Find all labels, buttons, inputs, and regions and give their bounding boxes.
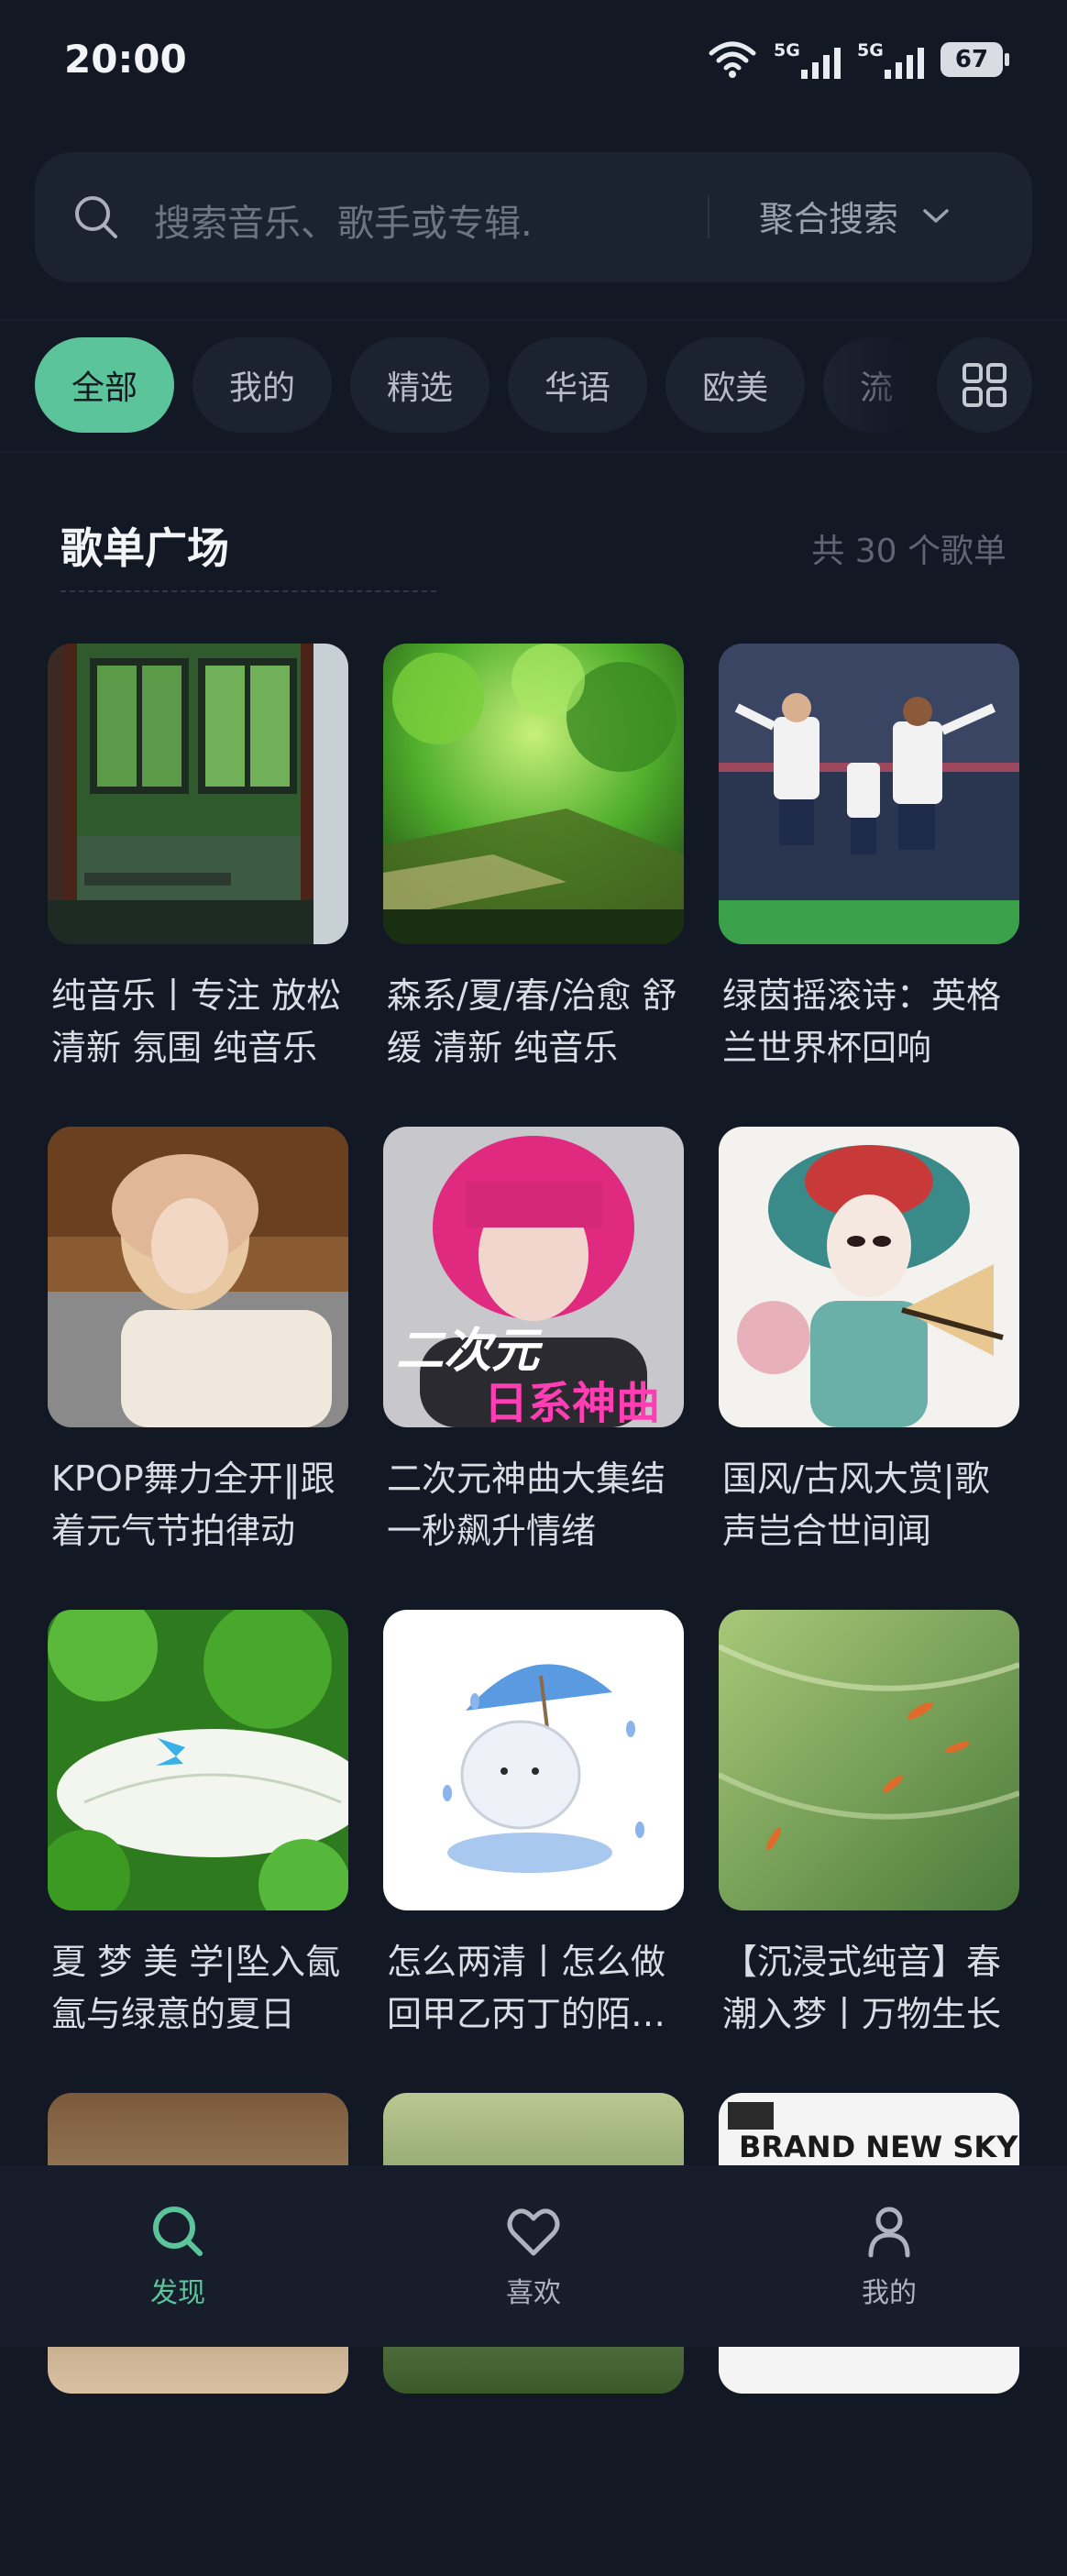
signal-icon-2: 5G [857,40,924,79]
anime-overlay-2: 日系神曲 [484,1378,660,1427]
playlist-cover-opera [719,1127,1019,1427]
nav-profile[interactable]: 我的 [711,2165,1067,2347]
playlist-card[interactable]: 怎么两清丨怎么做回甲乙丙丁的陌生人 [383,1610,684,2093]
playlist-cover-butterfly [48,1610,348,1910]
playlist-cover-football [719,644,1019,944]
cover-text: BRAND NEW SKY [739,2130,1018,2164]
search-input[interactable]: 搜索音乐、歌手或专辑. [154,193,533,247]
status-bar: 20:00 5G 5G 67 [0,0,1067,125]
playlist-cover-forest [383,644,684,944]
playlist-card[interactable]: 二次元 日系神曲 二次元神曲大集结 一秒飙升情绪 [383,1127,684,1610]
playlist-card[interactable]: 国风/古风大赏|歌声岂合世间闻 [719,1127,1019,1610]
playlist-title: 怎么两清丨怎么做回甲乙丙丁的陌生人 [387,1942,666,2034]
category-tabs: 全部 我的 精选 华语 欧美 流 [35,337,952,433]
search-divider [708,196,710,238]
tab-chinese[interactable]: 华语 [508,337,648,433]
heart-icon [507,2208,560,2256]
playlist-cover-koi [719,1610,1019,1910]
playlist-title: 绿茵摇滚诗：英格兰世界杯回响 [722,975,1002,1068]
status-time: 20:00 [64,37,187,82]
playlist-title: 国风/古风大赏|歌声岂合世间闻 [722,1459,990,1551]
bottom-navigation: 发现 喜欢 我的 [0,2165,1067,2347]
playlist-title: 夏 梦 美 学|坠入氤氲与绿意的夏日 [51,1942,341,2034]
playlist-cover-umbrella-cat [383,1610,684,1910]
tab-western[interactable]: 欧美 [666,337,806,433]
tab-all[interactable]: 全部 [35,337,175,433]
playlist-card[interactable]: 绿茵摇滚诗：英格兰世界杯回响 [719,644,1019,1127]
playlist-cover-portrait [48,1127,348,1427]
search-mode-dropdown[interactable]: 聚合搜索 [759,191,950,241]
tab-mine[interactable]: 我的 [192,337,333,433]
nav-label: 我的 [862,2277,917,2309]
nav-discover[interactable]: 发现 [0,2165,356,2347]
playlist-card[interactable]: 纯音乐丨专注 放松 清新 氛围 纯音乐 [48,644,348,1127]
divider [0,319,1067,321]
playlist-title: 森系/夏/春/治愈 舒缓 清新 纯音乐 [387,975,677,1068]
grid-icon [962,363,1006,407]
section-underline [60,590,436,592]
nav-favorites[interactable]: 喜欢 [356,2165,711,2347]
playlist-count: 共 30 个歌单 [811,533,1006,570]
playlist-card[interactable]: 森系/夏/春/治愈 舒缓 清新 纯音乐 [383,644,684,1127]
divider [0,451,1067,453]
tabs-fade [825,337,944,433]
playlist-title: 二次元神曲大集结 一秒飙升情绪 [387,1459,666,1551]
nav-label: 发现 [150,2277,205,2309]
profile-icon [868,2207,910,2258]
playlist-title: 纯音乐丨专注 放松 清新 氛围 纯音乐 [51,975,342,1068]
search-icon [75,196,117,238]
playlist-card[interactable]: 夏 梦 美 学|坠入氤氲与绿意的夏日 [48,1610,348,2093]
nav-label: 喜欢 [506,2277,561,2309]
search-icon [153,2207,203,2256]
playlist-cover-window [48,644,348,944]
playlist-title: KPOP舞力全开‖跟着元气节拍律动 [51,1459,336,1551]
all-categories-button[interactable] [937,337,1032,433]
chevron-down-icon [923,208,949,223]
tab-featured[interactable]: 精选 [350,337,490,433]
section-title: 歌单广场 [60,523,229,573]
search-bar[interactable]: 搜索音乐、歌手或专辑. 聚合搜索 [35,152,1032,282]
status-icons: 5G 5G 67 [708,37,1009,83]
playlist-card[interactable]: KPOP舞力全开‖跟着元气节拍律动 [48,1127,348,1610]
playlist-title: 【沉浸式纯音】春潮入梦丨万物生长 [722,1942,1002,2034]
anime-overlay-1: 二次元 [396,1324,544,1379]
battery-icon: 67 [940,42,1009,77]
wifi-icon [709,41,756,78]
playlist-cover-anime: 二次元 日系神曲 [383,1127,684,1427]
playlist-card[interactable]: 【沉浸式纯音】春潮入梦丨万物生长 [719,1610,1019,2093]
signal-icon-1: 5G [774,40,841,79]
search-mode-label: 聚合搜索 [759,199,899,239]
